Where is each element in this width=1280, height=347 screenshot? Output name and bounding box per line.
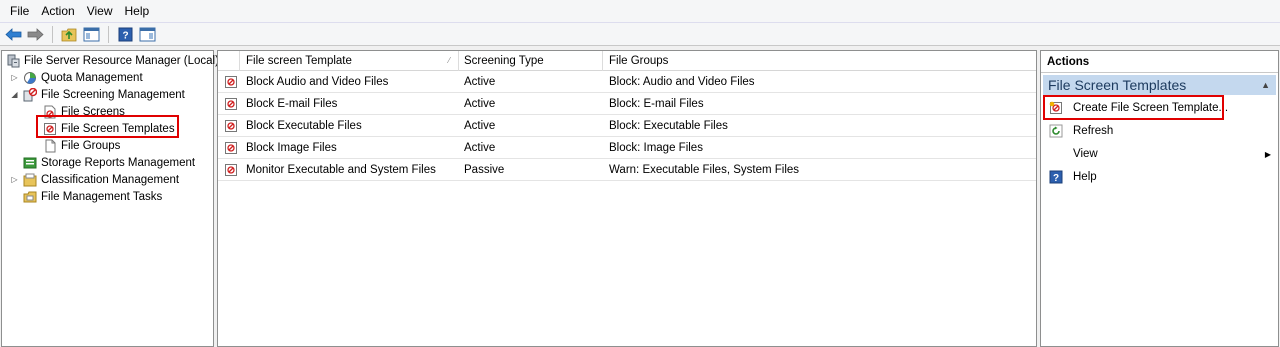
svg-text:?: ? [122, 30, 128, 41]
menu-view[interactable]: View [81, 0, 119, 22]
svg-text:?: ? [1053, 173, 1059, 184]
collapse-icon[interactable]: ▲ [1261, 75, 1270, 95]
column-header-screening-type-label: Screening Type [464, 55, 544, 67]
actions-section-header[interactable]: File Screen Templates ▲ [1043, 75, 1276, 95]
menu-action[interactable]: Action [35, 0, 80, 22]
forward-arrow-icon[interactable] [26, 25, 45, 44]
quota-icon [23, 71, 37, 85]
cell-template-name: Block Audio and Video Files [246, 76, 389, 88]
expand-arrow-icon[interactable]: ▷ [10, 175, 19, 184]
tree-item-file-groups[interactable]: File Groups [43, 137, 120, 154]
cell-template-name: Monitor Executable and System Files [246, 164, 436, 176]
tree-item-storage-reports[interactable]: Storage Reports Management [23, 154, 195, 171]
toolbar-separator [108, 25, 109, 43]
cell-screening-type: Active [464, 98, 496, 110]
cell-template-name: Block Executable Files [246, 120, 362, 132]
file-groups-icon [43, 139, 57, 153]
view-action-label: View [1073, 148, 1098, 160]
selection-highlight [36, 115, 179, 138]
cell-file-groups: Block: E-mail Files [609, 98, 704, 110]
cell-template-name: Block Image Files [246, 142, 337, 154]
server-icon [6, 54, 20, 68]
cell-file-groups: Block: Audio and Video Files [609, 76, 755, 88]
file-screen-template-icon [224, 75, 238, 89]
actions-pane: Actions File Screen Templates ▲ Create F… [1040, 50, 1279, 347]
help-icon: ? [1049, 170, 1063, 184]
show-hide-action-pane-icon[interactable] [138, 25, 157, 44]
expand-arrow-icon[interactable]: ▷ [10, 73, 19, 82]
table-row[interactable]: Monitor Executable and System Files Pass… [218, 159, 1036, 181]
refresh-action[interactable]: Refresh [1041, 120, 1278, 142]
table-row[interactable]: Block Image Files Active Block: Image Fi… [218, 137, 1036, 159]
refresh-icon [1049, 124, 1063, 138]
actions-section-label: File Screen Templates [1048, 77, 1187, 93]
tree-label-screening: File Screening Management [41, 88, 185, 101]
toolbar-separator [52, 25, 53, 43]
tree-item-classification[interactable]: ▷ Classification Management [10, 171, 179, 188]
cell-template-name: Block E-mail Files [246, 98, 338, 110]
view-action[interactable]: View ▶ [1041, 143, 1278, 165]
tree-item-quota[interactable]: ▷ Quota Management [10, 69, 143, 86]
refresh-action-label: Refresh [1073, 125, 1114, 137]
cell-screening-type: Active [464, 142, 496, 154]
file-screen-template-icon [224, 163, 238, 177]
console-tree-pane: File Server Resource Manager (Local) ▷ Q… [1, 50, 219, 347]
tree-label-root: File Server Resource Manager (Local) [24, 54, 219, 67]
cell-screening-type: Passive [464, 164, 505, 176]
back-arrow-icon[interactable] [4, 25, 23, 44]
results-pane: File screen Template ⁄ Screening Type Fi… [217, 50, 1037, 347]
tree-label-classification: Classification Management [41, 173, 180, 186]
tree-item-file-management-tasks[interactable]: File Management Tasks [23, 188, 162, 205]
table-row[interactable]: Block Audio and Video Files Active Block… [218, 71, 1036, 93]
tree-item-screening[interactable]: ◢ File Screening Management [10, 86, 185, 103]
cell-screening-type: Active [464, 120, 496, 132]
submenu-arrow-icon: ▶ [1264, 149, 1271, 159]
help-action-label: Help [1073, 171, 1097, 183]
column-header-template-label: File screen Template [246, 55, 352, 67]
menu-help[interactable]: Help [119, 0, 156, 22]
tree-item-root[interactable]: File Server Resource Manager (Local) [6, 52, 219, 69]
actions-header: Actions [1041, 51, 1278, 73]
column-header-template[interactable]: File screen Template ⁄ [241, 51, 459, 71]
column-header-file-groups[interactable]: File Groups [604, 51, 1036, 71]
file-screen-template-icon [224, 141, 238, 155]
storage-reports-icon [23, 156, 37, 170]
table-row[interactable]: Block Executable Files Active Block: Exe… [218, 115, 1036, 137]
file-management-tasks-icon [23, 190, 37, 204]
table-header: File screen Template ⁄ Screening Type Fi… [218, 51, 1036, 71]
help-icon[interactable]: ? [116, 25, 135, 44]
cell-file-groups: Warn: Executable Files, System Files [609, 164, 800, 176]
toolbar: ? [0, 22, 1280, 46]
file-screen-template-icon [224, 97, 238, 111]
cell-file-groups: Block: Executable Files [609, 120, 728, 132]
cell-file-groups: Block: Image Files [609, 142, 703, 154]
tree-label-file-groups: File Groups [61, 139, 121, 152]
menu-bar: File Action View Help [0, 0, 1280, 22]
action-highlight-box [1043, 95, 1224, 120]
tree-label-file-management-tasks: File Management Tasks [41, 190, 163, 203]
table-row[interactable]: Block E-mail Files Active Block: E-mail … [218, 93, 1036, 115]
file-screening-icon [23, 87, 38, 102]
menu-file[interactable]: File [4, 0, 35, 22]
help-action[interactable]: ? Help [1041, 166, 1278, 188]
classification-icon [23, 173, 37, 187]
column-header-file-groups-label: File Groups [609, 55, 669, 67]
up-folder-icon[interactable] [60, 25, 79, 44]
collapse-arrow-icon[interactable]: ◢ [10, 90, 19, 99]
tree-label-storage-reports: Storage Reports Management [41, 156, 196, 169]
sort-indicator-icon: ⁄ [448, 56, 450, 65]
tree-label-quota: Quota Management [41, 71, 143, 84]
show-hide-console-tree-icon[interactable] [82, 25, 101, 44]
column-header-screening-type[interactable]: Screening Type [459, 51, 603, 71]
cell-screening-type: Active [464, 76, 496, 88]
file-screen-template-icon [224, 119, 238, 133]
column-header-icon[interactable] [218, 51, 240, 71]
